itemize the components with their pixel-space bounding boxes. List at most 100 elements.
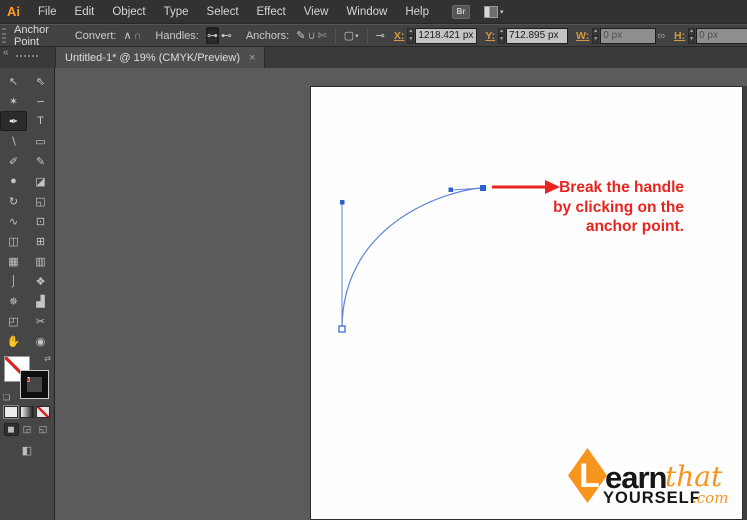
start-anchor-point[interactable] [338, 325, 346, 333]
w-stepper[interactable]: ▲ ▼ [592, 27, 600, 44]
w-field[interactable] [600, 27, 657, 44]
cut-path-icon[interactable]: ✄ [318, 27, 327, 44]
x-field[interactable] [415, 27, 478, 44]
h-label[interactable]: H: [674, 30, 685, 42]
app-logo-icon: Ai [7, 4, 20, 19]
shape-builder-tool[interactable]: ◫ [0, 231, 27, 251]
free-transform-tool-icon: ⊡ [35, 215, 46, 228]
stepper-down-icon[interactable]: ▼ [498, 35, 506, 44]
convert-corner-icon[interactable]: ∧ [123, 27, 131, 44]
y-field[interactable] [506, 27, 569, 44]
artboard-tool[interactable]: ◰ [0, 311, 27, 331]
gradient-tool[interactable]: ▥ [27, 251, 54, 271]
magic-wand-tool[interactable]: ✶ [0, 91, 27, 111]
eraser-tool-icon: ◪ [35, 175, 46, 188]
gradient-tool-icon: ▥ [35, 255, 46, 268]
type-tool[interactable]: T [27, 111, 54, 131]
width-tool[interactable]: ∿ [0, 211, 27, 231]
panel-grip-dots[interactable] [16, 55, 38, 57]
document-tab[interactable]: Untitled-1* @ 19% (CMYK/Preview) × [55, 47, 266, 68]
color-button[interactable] [3, 405, 19, 419]
hide-handles-button[interactable]: ⊷ [221, 27, 232, 44]
stepper-down-icon[interactable]: ▼ [688, 35, 696, 44]
stepper-up-icon[interactable]: ▲ [407, 27, 415, 36]
eyedropper-tool[interactable]: ⌡ [0, 271, 27, 291]
handle-point[interactable] [340, 200, 345, 205]
rotate-tool[interactable]: ↻ [0, 191, 27, 211]
pen-tool[interactable]: ✒ [0, 111, 27, 131]
stroke-swatch[interactable] [20, 370, 49, 399]
menu-help[interactable]: Help [396, 0, 438, 24]
bridge-icon[interactable]: Br [452, 4, 470, 19]
tools-panel: ↖ ⇖ ✶ ∽ ✒ T ∖ ▭ ✐ ✎ ● ◪ ↻ ◱ ∿ ⊡ ◫ ⊞ ▦ ▥ ⌡ ❖ ✵ ▟ ◰ ✂ ✋ ◉ ⇄ ❏ ◼ ◲ ◱ ◧ [0, 68, 55, 520]
perspective-grid-tool[interactable]: ⊞ [27, 231, 54, 251]
show-handles-button[interactable]: ⊶ [205, 27, 219, 44]
eraser-tool[interactable]: ◪ [27, 171, 54, 191]
stepper-down-icon[interactable]: ▼ [592, 35, 600, 44]
learnthatyourself-logo: L earn that YOURSELF .com [568, 448, 728, 507]
blend-tool[interactable]: ❖ [27, 271, 54, 291]
magic-wand-tool-icon: ✶ [8, 95, 19, 108]
column-graph-tool[interactable]: ▟ [27, 291, 54, 311]
stepper-up-icon[interactable]: ▲ [688, 27, 696, 36]
draw-inside-icon[interactable]: ◱ [36, 423, 51, 436]
slice-tool[interactable]: ✂ [27, 311, 54, 331]
direct-selection-tool[interactable]: ⇖ [27, 71, 54, 91]
gradient-button[interactable] [20, 406, 34, 418]
menu-effect[interactable]: Effect [248, 0, 295, 24]
free-transform-tool[interactable]: ⊡ [27, 211, 54, 231]
w-label[interactable]: W: [576, 30, 589, 42]
menu-file[interactable]: File [29, 0, 66, 24]
convert-smooth-icon[interactable]: ∩ [134, 27, 142, 44]
draw-behind-icon[interactable]: ◲ [20, 423, 35, 436]
blob-brush-tool-icon: ● [10, 175, 17, 187]
selection-tool[interactable]: ↖ [0, 71, 27, 91]
menu-edit[interactable]: Edit [66, 0, 104, 24]
tab-bar: « Untitled-1* @ 19% (CMYK/Preview) × [0, 47, 747, 68]
line-segment-tool[interactable]: ∖ [0, 131, 27, 151]
marquee-options-button[interactable]: ▢ ▾ [344, 27, 359, 44]
swap-fill-stroke-icon[interactable]: ⇄ [44, 354, 51, 363]
draw-normal-icon[interactable]: ◼ [3, 423, 19, 436]
default-fill-stroke-icon[interactable]: ❏ [3, 393, 10, 402]
y-label[interactable]: Y: [485, 30, 495, 42]
type-tool-icon: T [37, 115, 44, 127]
workspace-switcher[interactable]: ▾ [484, 5, 504, 18]
artboard-tool-icon: ◰ [8, 315, 19, 328]
paintbrush-tool[interactable]: ✐ [0, 151, 27, 171]
mesh-tool[interactable]: ▦ [0, 251, 27, 271]
lasso-tool[interactable]: ∽ [27, 91, 54, 111]
none-button[interactable] [36, 406, 50, 418]
isolate-selection-icon[interactable]: ⊸ [376, 27, 385, 44]
symbol-sprayer-tool[interactable]: ✵ [0, 291, 27, 311]
menu-window[interactable]: Window [337, 0, 396, 24]
close-icon[interactable]: × [249, 52, 255, 64]
menu-object[interactable]: Object [103, 0, 154, 24]
stepper-down-icon[interactable]: ▼ [407, 35, 415, 44]
hand-tool[interactable]: ✋ [0, 331, 27, 351]
x-label[interactable]: X: [394, 30, 405, 42]
screen-mode-icon[interactable]: ◧ [22, 444, 32, 457]
y-stepper[interactable]: ▲ ▼ [498, 27, 506, 44]
stepper-up-icon[interactable]: ▲ [498, 27, 506, 36]
connect-path-icon[interactable]: ∪ [307, 27, 315, 44]
pencil-tool[interactable]: ✎ [27, 151, 54, 171]
panel-grip[interactable] [2, 28, 6, 43]
zoom-tool[interactable]: ◉ [27, 331, 54, 351]
collapse-panel-icon[interactable]: « [3, 47, 9, 58]
blob-brush-tool[interactable]: ● [0, 171, 27, 191]
menu-view[interactable]: View [295, 0, 338, 24]
remove-anchor-icon[interactable]: ✎ [296, 27, 305, 44]
stepper-up-icon[interactable]: ▲ [592, 27, 600, 36]
canvas[interactable]: Break the handle by clicking on the anch… [55, 68, 747, 520]
x-stepper[interactable]: ▲ ▼ [407, 27, 415, 44]
menu-type[interactable]: Type [155, 0, 198, 24]
h-field[interactable] [696, 27, 747, 44]
marquee-icon: ▢ [343, 30, 355, 42]
link-dimensions-icon[interactable]: ∞ [657, 27, 665, 44]
rectangle-tool[interactable]: ▭ [27, 131, 54, 151]
scale-tool[interactable]: ◱ [27, 191, 54, 211]
h-stepper[interactable]: ▲ ▼ [688, 27, 696, 44]
eyedropper-tool-icon: ⌡ [10, 275, 17, 287]
menu-select[interactable]: Select [198, 0, 248, 24]
